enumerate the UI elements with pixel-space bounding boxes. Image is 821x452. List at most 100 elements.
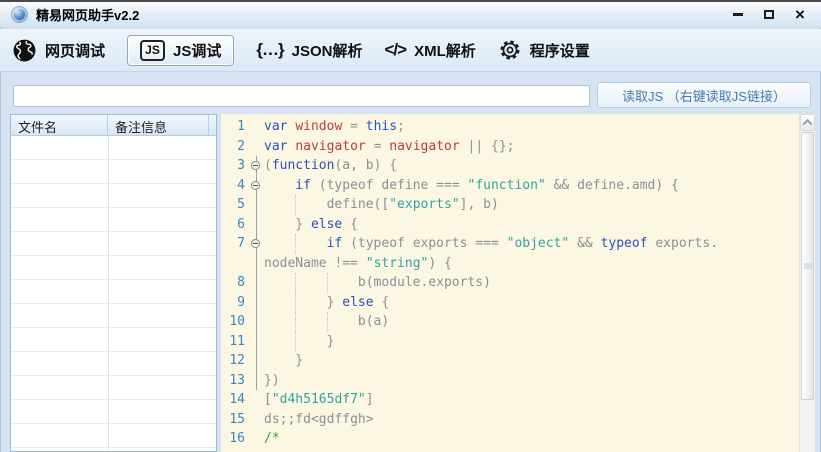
line-number <box>221 254 249 274</box>
line-number: 7 <box>221 234 249 254</box>
read-js-button[interactable]: 读取JS （右键读取JS链接） <box>597 82 811 108</box>
line-number: 6 <box>221 215 249 235</box>
window-title: 精易网页助手v2.2 <box>36 5 139 24</box>
fold-collapse-icon[interactable] <box>249 176 264 196</box>
fold-gutter <box>249 449 264 452</box>
file-list-row <box>11 256 216 280</box>
code-line: 3(function(a, b) { <box>221 156 799 176</box>
file-list-header: 文件名 备注信息 <box>11 115 216 136</box>
column-divider <box>108 136 109 451</box>
scrollbar-thumb[interactable] <box>801 132 814 400</box>
code-line: 4if (typeof define === "function" && def… <box>221 176 799 196</box>
code-line: 13}) <box>221 371 799 391</box>
code-line: nodeName !== "string") { <box>221 254 799 274</box>
chevron-up-icon <box>803 119 813 129</box>
braces-icon: {…} <box>256 40 283 60</box>
code-line: 15ds;;fd<gdffgh> <box>221 410 799 430</box>
line-number: 9 <box>221 293 249 313</box>
fold-collapse-icon[interactable] <box>249 234 264 254</box>
file-list-row <box>11 304 216 328</box>
code-line: 11} <box>221 332 799 352</box>
file-list-scroll-strip <box>209 115 216 135</box>
file-list-row <box>11 328 216 352</box>
code-line: 2var navigator = navigator || {}; <box>221 137 799 157</box>
code-line: 12} <box>221 351 799 371</box>
fold-gutter <box>249 137 264 157</box>
close-icon[interactable]: × <box>793 8 807 22</box>
fold-collapse-icon[interactable] <box>249 156 264 176</box>
toolbar-item-label: 程序设置 <box>530 40 590 61</box>
toolbar-item-web-debug[interactable]: 网页调试 <box>12 38 105 63</box>
code-line: 16/* <box>221 429 799 449</box>
globe-icon <box>12 38 37 63</box>
toolbar-item-label: XML解析 <box>414 40 476 61</box>
gear-icon <box>498 38 522 62</box>
js-url-input[interactable] <box>13 85 590 107</box>
js-icon: JS <box>140 40 165 61</box>
code-line: 17 * These are the functions you'll usua… <box>221 449 799 452</box>
line-number: 11 <box>221 332 249 352</box>
line-number: 17 <box>221 449 249 452</box>
fold-gutter <box>249 351 264 371</box>
fold-gutter <box>249 273 264 293</box>
fold-gutter <box>249 312 264 332</box>
line-number: 13 <box>221 371 249 391</box>
file-list-row <box>11 184 216 208</box>
fold-gutter <box>249 429 264 449</box>
toolbar-item-xml-parse[interactable]: </> XML解析 <box>384 40 475 61</box>
fold-gutter <box>249 195 264 215</box>
toolbar-item-label: JSON解析 <box>292 40 363 61</box>
file-list-row <box>11 160 216 184</box>
fold-gutter <box>249 371 264 391</box>
code-line: 5define(["exports"], b) <box>221 195 799 215</box>
line-number: 10 <box>221 312 249 332</box>
minimize-icon[interactable] <box>731 8 745 22</box>
toolbar-item-label: JS调试 <box>173 40 221 61</box>
file-list-row <box>11 232 216 256</box>
file-list-row <box>11 376 216 400</box>
column-header-remarks[interactable]: 备注信息 <box>108 115 209 135</box>
line-number: 4 <box>221 176 249 196</box>
code-line: 7if (typeof exports === "object" && type… <box>221 234 799 254</box>
toolbar-item-settings[interactable]: 程序设置 <box>498 38 590 62</box>
file-list-row <box>11 400 216 424</box>
code-line: 1var window = this; <box>221 117 799 137</box>
code-line: 14["d4h5165df7"] <box>221 390 799 410</box>
toolbar-item-json-parse[interactable]: {…} JSON解析 <box>256 40 362 61</box>
fold-gutter <box>249 117 264 137</box>
file-list-body[interactable] <box>11 136 216 451</box>
fold-gutter <box>249 390 264 410</box>
window-controls: × <box>731 8 815 22</box>
scroll-up-button[interactable] <box>800 114 815 131</box>
line-number: 8 <box>221 273 249 293</box>
code-editor[interactable]: 1var window = this;2var navigator = navi… <box>221 114 799 452</box>
fold-gutter <box>249 332 264 352</box>
file-list-row <box>11 424 216 448</box>
app-window: 精易网页助手v2.2 × 网页调试 JS JS调试 {…} JSON解析 </> XML解析… <box>0 0 821 452</box>
line-number: 12 <box>221 351 249 371</box>
toolbar-item-js-debug[interactable]: JS JS调试 <box>127 35 234 66</box>
editor-vscrollbar[interactable] <box>799 114 815 452</box>
code-line: 9} else { <box>221 293 799 313</box>
fold-gutter <box>249 215 264 235</box>
line-number: 16 <box>221 429 249 449</box>
maximize-icon[interactable] <box>762 8 776 22</box>
fold-gutter <box>249 293 264 313</box>
column-header-filename[interactable]: 文件名 <box>11 115 108 135</box>
file-list-row <box>11 280 216 304</box>
code-line: 6} else { <box>221 215 799 235</box>
code-line: 10b(a) <box>221 312 799 332</box>
code-icon: </> <box>384 40 406 60</box>
line-number: 1 <box>221 117 249 137</box>
scrollbar-grip-icon <box>804 263 812 270</box>
fold-gutter <box>249 410 264 430</box>
line-number: 14 <box>221 390 249 410</box>
line-number: 5 <box>221 195 249 215</box>
file-list-panel: 文件名 备注信息 <box>10 114 217 452</box>
title-bar: 精易网页助手v2.2 × <box>0 2 821 28</box>
app-icon <box>12 7 27 22</box>
toolbar: 网页调试 JS JS调试 {…} JSON解析 </> XML解析 程序设置 <box>0 29 821 72</box>
file-list-row <box>11 352 216 376</box>
file-list-row <box>11 208 216 232</box>
line-number: 2 <box>221 137 249 157</box>
